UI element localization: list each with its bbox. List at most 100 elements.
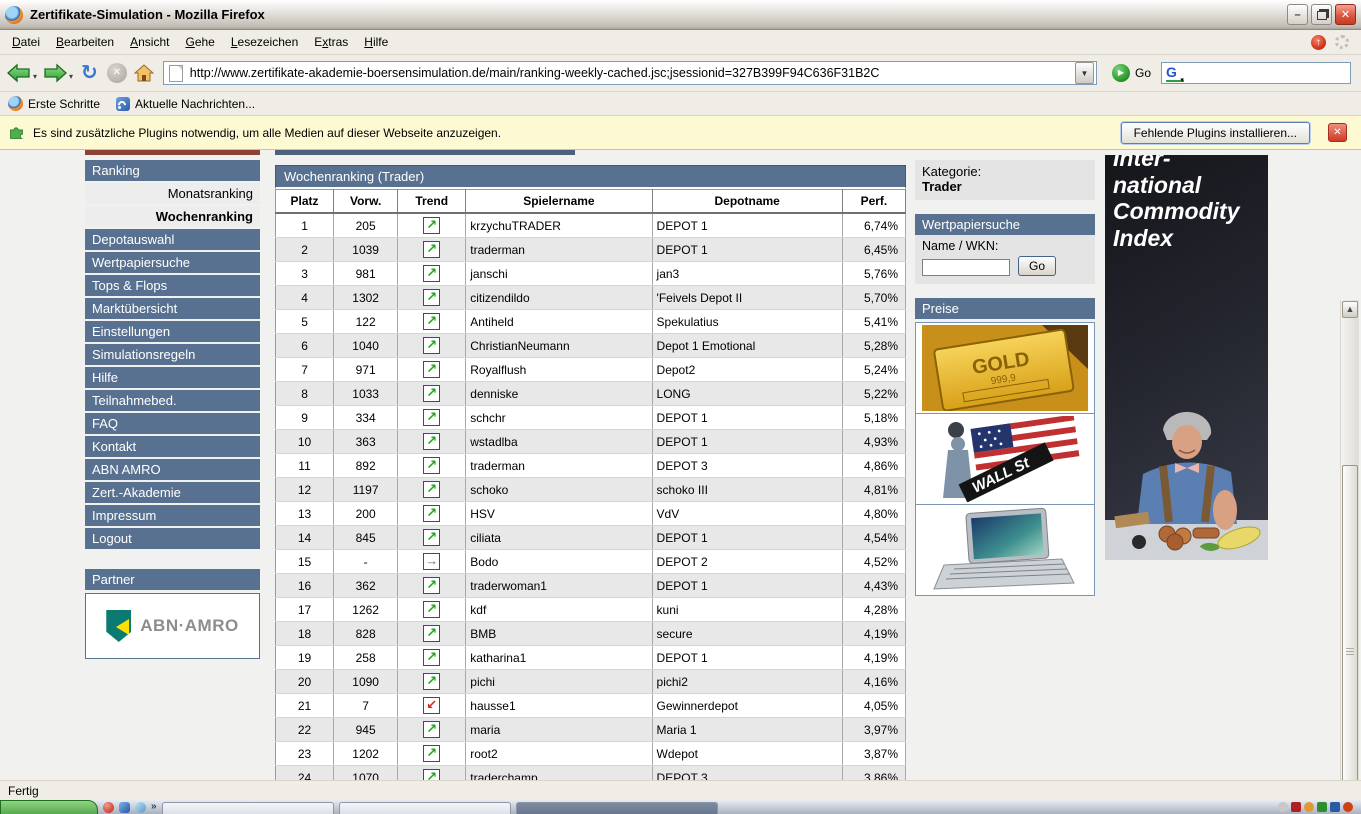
- plugin-bar-close-icon[interactable]: ✕: [1328, 123, 1347, 142]
- tray-icon[interactable]: [1291, 802, 1301, 812]
- sidebar-item-simulationsregeln[interactable]: Simulationsregeln: [85, 344, 260, 365]
- taskbar-task-button[interactable]: [161, 802, 334, 814]
- menu-gehe[interactable]: Gehe: [177, 31, 222, 53]
- bookmarks-toolbar: Erste Schritte Aktuelle Nachrichten...: [0, 92, 1361, 116]
- sidebar-item-teilnahmebed-[interactable]: Teilnahmebed.: [85, 390, 260, 411]
- quick-launch-icon[interactable]: [119, 802, 130, 813]
- tray-icon[interactable]: [1278, 802, 1288, 812]
- tray-icon[interactable]: [1317, 802, 1327, 812]
- minimize-button[interactable]: –: [1287, 4, 1308, 25]
- abn-amro-logo[interactable]: ABN·AMRO: [85, 593, 260, 659]
- url-input[interactable]: [185, 66, 1075, 80]
- url-dropdown-button[interactable]: ▼: [1074, 62, 1094, 84]
- stop-button[interactable]: ✕: [104, 63, 130, 83]
- sidebar-item-monatsranking[interactable]: Monatsranking: [85, 183, 260, 204]
- sidebar-item-wertpapiersuche[interactable]: Wertpapiersuche: [85, 252, 260, 273]
- ranking-tbody: 1 205 ↗ krzychuTRADER DEPOT 1 6,74% 2 1039 ↗ trad…: [275, 213, 907, 780]
- tray-icon[interactable]: [1330, 802, 1340, 812]
- tray-icon[interactable]: [1304, 802, 1314, 812]
- sidebar-item-einstellungen[interactable]: Einstellungen: [85, 321, 260, 342]
- back-button[interactable]: ▾: [6, 62, 39, 84]
- sidebar-item-ranking[interactable]: Ranking: [85, 160, 260, 181]
- tray-icon[interactable]: [1343, 802, 1353, 812]
- kategorie-label: Kategorie:: [922, 164, 982, 179]
- scroll-up-icon[interactable]: ▲: [1342, 301, 1358, 318]
- wkn-go-button[interactable]: Go: [1018, 256, 1056, 276]
- partner-header: Partner: [85, 569, 260, 590]
- sidebar-item-markt-bersicht[interactable]: Marktübersicht: [85, 298, 260, 319]
- right-panel: Kategorie: Trader Wertpapiersuche Name /…: [915, 160, 1095, 596]
- google-search-input[interactable]: [1183, 65, 1346, 81]
- google-search-field[interactable]: G ▾: [1161, 62, 1351, 84]
- home-button[interactable]: [133, 63, 155, 83]
- sidebar-item-faq[interactable]: FAQ: [85, 413, 260, 434]
- quick-launch-icon[interactable]: [135, 802, 146, 813]
- bookmark-erste-schritte[interactable]: Erste Schritte: [8, 96, 100, 111]
- sidebar-item-abn-amro[interactable]: ABN AMRO: [85, 459, 260, 480]
- scrolled-header-fragment-left: [85, 150, 260, 155]
- quick-launch-icon[interactable]: [103, 802, 114, 813]
- preise-image-gold[interactable]: GOLD 999,9: [916, 323, 1094, 414]
- wkn-search-input[interactable]: [922, 259, 1010, 276]
- banner-man-photo: [1105, 411, 1268, 560]
- stop-icon: ✕: [106, 63, 127, 83]
- reload-icon: ↻: [81, 62, 98, 84]
- menu-extras[interactable]: Extras: [306, 31, 356, 53]
- trend-up-icon: ↗: [423, 217, 441, 234]
- sidebar-item-logout[interactable]: Logout: [85, 528, 260, 549]
- close-button[interactable]: ✕: [1335, 4, 1356, 25]
- sidebar-item-zert-akademie[interactable]: Zert.-Akademie: [85, 482, 260, 503]
- restore-button[interactable]: [1311, 4, 1332, 25]
- page-scrollbar[interactable]: ▲ ▼: [1340, 300, 1359, 780]
- forward-button[interactable]: ▾: [42, 62, 75, 84]
- commodity-index-banner[interactable]: Inter-national Commodity Index: [1105, 155, 1268, 560]
- rss-feed-icon: [116, 96, 131, 111]
- sidebar-item-wochenranking[interactable]: Wochenranking: [85, 206, 260, 227]
- back-dropdown-caret[interactable]: ▾: [33, 72, 37, 81]
- preise-image-wallstreet[interactable]: WALL St: [916, 414, 1094, 505]
- plugin-notification-bar: Es sind zusätzliche Plugins notwendig, u…: [0, 116, 1361, 150]
- trend-up-icon: ↗: [423, 625, 441, 642]
- bookmark-aktuelle-nachrichten[interactable]: Aktuelle Nachrichten...: [116, 96, 255, 111]
- sidebar-item-tops-flops[interactable]: Tops & Flops: [85, 275, 260, 296]
- sidebar-item-impressum[interactable]: Impressum: [85, 505, 260, 526]
- menu-ansicht[interactable]: Ansicht: [122, 31, 177, 53]
- firefox-icon: [5, 5, 23, 24]
- ranking-row-11: 11 892 ↗ traderman DEPOT 3 4,86%: [275, 453, 907, 478]
- start-button[interactable]: [0, 800, 98, 814]
- reload-button[interactable]: ↻: [78, 63, 101, 83]
- menu-datei[interactable]: Datei: [4, 31, 48, 53]
- forward-dropdown-caret[interactable]: ▾: [69, 72, 73, 81]
- ranking-row-5: 5 122 ↗ Antiheld Spekulatius 5,41%: [275, 309, 907, 334]
- taskbar-task-button[interactable]: [515, 802, 718, 814]
- trend-up-icon: ↗: [423, 577, 441, 594]
- plugin-message: Es sind zusätzliche Plugins notwendig, u…: [33, 125, 502, 140]
- install-plugins-button[interactable]: Fehlende Plugins installieren...: [1120, 121, 1310, 144]
- trend-up-icon: ↗: [423, 433, 441, 450]
- menu-hilfe[interactable]: Hilfe: [356, 31, 396, 53]
- ranking-row-22: 22 945 ↗ maria Maria 1 3,97%: [275, 717, 907, 742]
- sidebar-item-kontakt[interactable]: Kontakt: [85, 436, 260, 457]
- page-content: Ranking Monatsranking Wochenranking Depotau…: [0, 150, 1361, 780]
- go-button[interactable]: ▶ Go: [1105, 64, 1158, 82]
- sidebar-item-hilfe[interactable]: Hilfe: [85, 367, 260, 388]
- browser-window: Zertifikate-Simulation - Mozilla Firefox…: [0, 0, 1361, 814]
- trend-up-icon: ↗: [423, 769, 441, 780]
- menu-bearbeiten[interactable]: Bearbeiten: [48, 31, 122, 53]
- preise-image-laptop[interactable]: [916, 505, 1094, 595]
- window-title: Zertifikate-Simulation - Mozilla Firefox: [30, 7, 265, 22]
- firefox-bookmark-icon: [8, 96, 23, 111]
- menu-lesezeichen[interactable]: Lesezeichen: [223, 31, 306, 53]
- scrollbar-thumb[interactable]: [1342, 465, 1358, 780]
- col-depotname: Depotname: [652, 189, 843, 214]
- ranking-row-18: 18 828 ↗ BMB secure 4,19%: [275, 621, 907, 646]
- quick-launch-overflow-chevron[interactable]: »: [151, 801, 157, 812]
- abn-amro-logo-text: ABN·AMRO: [140, 616, 239, 635]
- sidebar-item-depotauswahl[interactable]: Depotauswahl: [85, 229, 260, 250]
- ranking-row-19: 19 258 ↗ katharina1 DEPOT 1 4,19%: [275, 645, 907, 670]
- update-notification-icon[interactable]: ↑: [1311, 34, 1326, 50]
- taskbar-task-button[interactable]: [338, 802, 511, 814]
- trend-up-icon: ↗: [423, 241, 441, 258]
- url-field[interactable]: ▼: [162, 61, 1097, 85]
- system-tray: [1278, 800, 1361, 812]
